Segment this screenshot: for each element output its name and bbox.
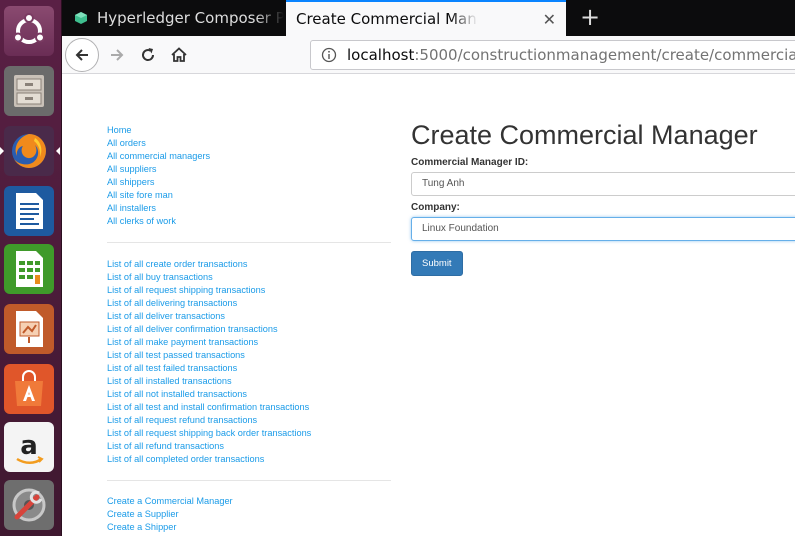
software-launcher-button[interactable] xyxy=(4,364,54,414)
sidebar-link[interactable]: All site fore man xyxy=(107,189,391,202)
divider xyxy=(107,242,391,243)
sidebar-link[interactable]: All clerks of work xyxy=(107,215,391,228)
browser-tab-bar: Hyperledger Composer Playground Create C… xyxy=(62,0,795,36)
sidebar-link[interactable]: List of all refund transactions xyxy=(107,440,391,453)
sidebar-link[interactable]: List of all buy transactions xyxy=(107,271,391,284)
tab-label: Hyperledger Composer Playground xyxy=(97,9,284,27)
sidebar-link[interactable]: List of all completed order transactions xyxy=(107,453,391,466)
sidebar-link[interactable]: Create a Supplier xyxy=(107,508,391,521)
ubuntu-dash-button[interactable] xyxy=(4,6,54,56)
svg-text:a: a xyxy=(20,431,38,461)
sidebar-link[interactable]: All installers xyxy=(107,202,391,215)
company-input[interactable]: Linux Foundation xyxy=(411,217,795,241)
commercial-manager-id-label: Commercial Manager ID: xyxy=(411,157,529,168)
sidebar-group-transactions: List of all create order transactions Lis… xyxy=(107,258,391,466)
sidebar-link[interactable]: List of all deliver transactions xyxy=(107,310,391,323)
page-content: Home All orders All commercial managers All… xyxy=(62,75,795,536)
sidebar-link[interactable]: Create a Shipper xyxy=(107,521,391,534)
firefox-launcher-button[interactable] xyxy=(4,126,54,176)
new-tab-button[interactable]: + xyxy=(576,4,604,32)
sidebar-group-create: Create a Commercial Manager Create a Supp… xyxy=(107,495,391,534)
amazon-launcher-button[interactable]: a xyxy=(4,422,54,472)
info-icon[interactable] xyxy=(321,47,337,63)
sidebar-link[interactable]: List of all create order transactions xyxy=(107,258,391,271)
sidebar-link[interactable]: All orders xyxy=(107,137,391,150)
reload-icon xyxy=(142,48,155,61)
home-button[interactable] xyxy=(162,38,196,72)
sidebar-link[interactable]: List of all not installed transactions xyxy=(107,388,391,401)
forward-button[interactable] xyxy=(100,38,134,72)
company-label: Company: xyxy=(411,202,460,213)
sidebar-link[interactable]: List of all test passed transactions xyxy=(107,349,391,362)
impress-launcher-button[interactable] xyxy=(4,304,54,354)
sidebar-nav: Home All orders All commercial managers All… xyxy=(107,124,391,534)
ubuntu-logo-icon xyxy=(13,13,45,44)
arrow-left-icon xyxy=(75,49,88,61)
home-icon xyxy=(171,47,187,62)
browser-nav-bar: localhost:5000/constructionmanagement/cr… xyxy=(62,36,795,74)
focused-indicator xyxy=(56,147,60,155)
sidebar-link[interactable]: All suppliers xyxy=(107,163,391,176)
writer-icon xyxy=(16,193,43,229)
page-title: Create Commercial Manager xyxy=(411,120,758,150)
divider xyxy=(107,480,391,481)
sidebar-link[interactable]: Create a Commercial Manager xyxy=(107,495,391,508)
sidebar-link[interactable]: List of all request refund transactions xyxy=(107,414,391,427)
impress-icon xyxy=(16,311,43,347)
shopping-bag-icon xyxy=(15,370,43,406)
tab-label: Create Commercial Manager xyxy=(296,10,478,28)
sidebar-link[interactable]: List of all test and install confirmatio… xyxy=(107,401,391,414)
sidebar-link[interactable]: List of all installed transactions xyxy=(107,375,391,388)
sidebar-link[interactable]: List of all delivering transactions xyxy=(107,297,391,310)
url-bar[interactable]: localhost:5000/constructionmanagement/cr… xyxy=(310,40,795,70)
writer-launcher-button[interactable] xyxy=(4,186,54,236)
wrench-icon xyxy=(12,488,46,522)
amazon-icon: a xyxy=(16,431,44,464)
sidebar-link[interactable]: List of all request shipping transaction… xyxy=(107,284,391,297)
create-form: Create Commercial Manager Commercial Man… xyxy=(411,118,795,276)
tab-hyperledger[interactable]: Hyperledger Composer Playground xyxy=(62,0,284,36)
tab-create-commercial-manager[interactable]: Create Commercial Manager ✕ xyxy=(286,0,566,36)
url-path: :5000/constructionmanagement/create/comm… xyxy=(414,46,795,64)
arrow-right-icon xyxy=(111,49,124,61)
sidebar-link[interactable]: All shippers xyxy=(107,176,391,189)
sidebar-link[interactable]: Home xyxy=(107,124,391,137)
sidebar-link[interactable]: List of all request shipping back order … xyxy=(107,427,391,440)
sidebar-link[interactable]: All commercial managers xyxy=(107,150,391,163)
reload-button[interactable] xyxy=(131,38,165,72)
sidebar-link[interactable]: List of all test failed transactions xyxy=(107,362,391,375)
commercial-manager-id-input[interactable]: Tung Anh xyxy=(411,172,795,196)
ubuntu-launcher: a xyxy=(0,0,62,536)
url-host: localhost xyxy=(347,46,415,64)
files-launcher-button[interactable] xyxy=(4,66,54,116)
calc-launcher-button[interactable] xyxy=(4,244,54,294)
cube-favicon-icon xyxy=(75,12,87,24)
sidebar-group-assets: Home All orders All commercial managers All… xyxy=(107,124,391,228)
close-tab-icon[interactable]: ✕ xyxy=(543,10,556,29)
submit-button[interactable]: Submit xyxy=(411,251,463,276)
settings-launcher-button[interactable] xyxy=(4,480,54,530)
sidebar-link[interactable]: List of all make payment transactions xyxy=(107,336,391,349)
back-button[interactable] xyxy=(65,38,99,72)
sidebar-link[interactable]: List of all deliver confirmation transac… xyxy=(107,323,391,336)
firefox-icon xyxy=(12,134,47,168)
calc-icon xyxy=(16,251,43,287)
file-cabinet-icon xyxy=(14,75,44,107)
